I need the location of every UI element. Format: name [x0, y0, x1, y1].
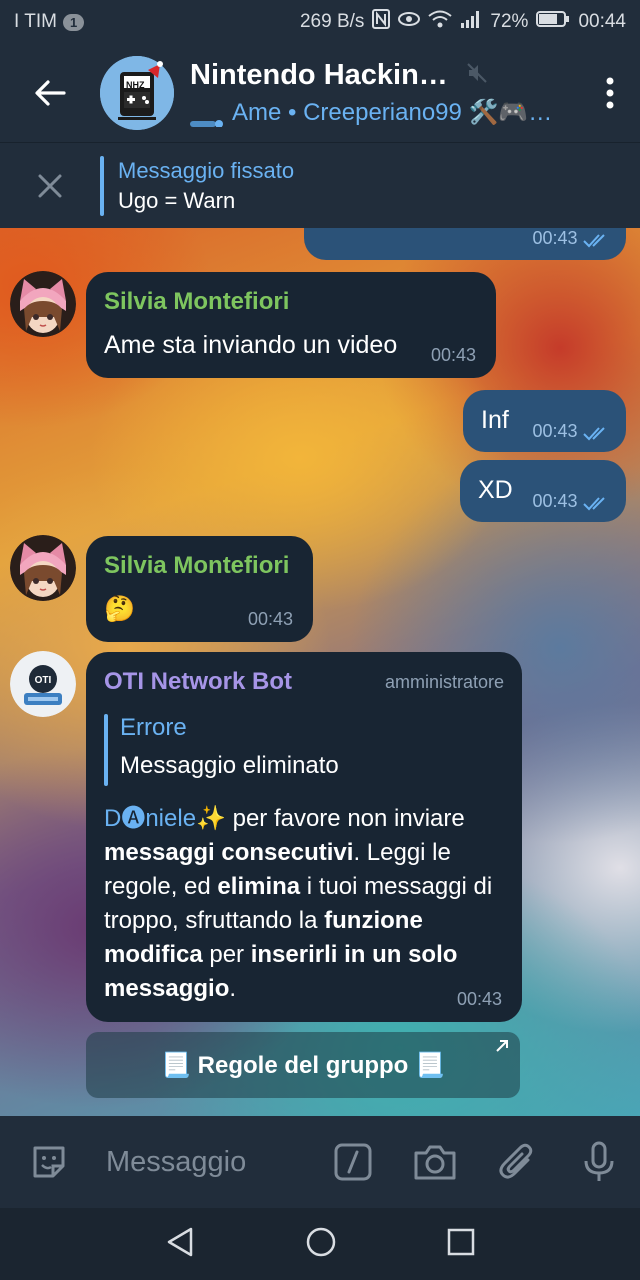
pinned-close-button[interactable]: [0, 173, 100, 199]
message-emoji: 🤔: [104, 595, 136, 623]
battery-icon: [536, 10, 570, 34]
typing-indicator-icon: [190, 108, 224, 127]
admin-role-label: amministratore: [384, 672, 504, 692]
chat-title[interactable]: Nintendo Hackin…: [190, 59, 448, 92]
message-time: 00:43: [532, 421, 578, 441]
signal-icon: [460, 10, 482, 34]
message-bubble-incoming[interactable]: Silvia Montefiori 🤔 00:43: [86, 536, 313, 642]
message-text: XD: [478, 476, 513, 504]
back-arrow-icon: [35, 80, 66, 106]
message-time: 00:43: [430, 345, 476, 365]
nfc-icon: [372, 9, 391, 35]
sticker-icon: [33, 1146, 65, 1178]
reply-quote[interactable]: Errore Messaggio eliminato: [104, 714, 484, 786]
body-part: per favore non inviare: [225, 805, 465, 832]
body-part: .: [229, 975, 237, 1002]
message-time: 00:43: [532, 491, 578, 511]
quote-title: Errore: [120, 714, 187, 741]
triangle-back-icon: [167, 1227, 193, 1256]
double-check-icon: [583, 497, 605, 511]
group-avatar-label: NHZ: [126, 80, 145, 90]
double-check-icon: [583, 427, 605, 441]
body-bold: messaggi consecutivi: [104, 839, 354, 866]
chat-messages-area[interactable]: 00:43 Silvia Montefiori Ame sta inviando…: [0, 228, 640, 1116]
eye-icon: [398, 11, 421, 33]
pinned-accent-bar: [100, 155, 104, 216]
nav-home-button[interactable]: [305, 1226, 337, 1263]
message-time: 00:43: [247, 609, 293, 629]
sender-name[interactable]: OTI Network Bot: [104, 668, 292, 696]
paperclip-icon: [499, 1143, 533, 1179]
square-recents-icon: [447, 1228, 475, 1255]
bot-message-text: D🅐niele✨ per favore non inviare messaggi…: [104, 802, 509, 1006]
microphone-icon: [584, 1141, 614, 1181]
battery-percent: 72%: [490, 11, 529, 32]
chat-subtitle: Ame • Creeperiano99 🛠️🎮…: [232, 99, 553, 126]
more-options-button[interactable]: [580, 44, 640, 142]
quote-text: Messaggio eliminato: [120, 752, 339, 779]
system-nav-bar: [0, 1208, 640, 1280]
message-input-bar: Messaggio: [0, 1116, 640, 1208]
camera-button[interactable]: [394, 1116, 476, 1208]
user-mention-link[interactable]: D🅐niele✨: [104, 805, 226, 832]
wifi-icon: [428, 10, 453, 34]
sender-name[interactable]: Silvia Montefiori: [104, 552, 289, 580]
message-text: Ame sta inviando un video: [104, 331, 398, 359]
double-check-icon: [583, 234, 605, 248]
commands-button[interactable]: [312, 1116, 394, 1208]
avatar[interactable]: [10, 535, 76, 601]
sender-name[interactable]: Silvia Montefiori: [104, 288, 289, 316]
camera-icon: [414, 1145, 456, 1180]
status-bar: I TIM 1 269 B/s 72% 00:44: [0, 0, 640, 44]
back-button[interactable]: [0, 44, 100, 142]
chat-header: NHZ Nintendo Hackin… Ame • Creeperiano99…: [0, 44, 640, 142]
avatar[interactable]: OTI: [10, 651, 76, 717]
body-part: per: [202, 941, 251, 968]
message-bubble-incoming[interactable]: OTI Network Bot amministratore Errore Me…: [86, 652, 522, 1022]
message-time: 00:43: [532, 228, 578, 248]
pinned-message-bar[interactable]: Messaggio fissato Ugo = Warn: [0, 142, 640, 228]
clock: 00:44: [578, 11, 626, 32]
close-icon: [38, 174, 62, 197]
net-speed: 269 B/s: [299, 11, 365, 32]
rules-button-label: 📃 Regole del gruppo 📃: [161, 1051, 445, 1079]
message-bubble-outgoing[interactable]: 00:43: [304, 228, 626, 260]
message-bubble-outgoing[interactable]: XD 00:43: [460, 460, 626, 522]
voice-record-button[interactable]: [558, 1116, 640, 1208]
circle-home-icon: [306, 1227, 336, 1256]
external-link-icon: [496, 1040, 508, 1052]
pinned-text: Ugo = Warn: [118, 187, 236, 213]
kebab-menu-icon: [606, 77, 614, 109]
slash-command-icon: [334, 1143, 372, 1181]
avatar[interactable]: [10, 271, 76, 337]
muted-icon: [466, 59, 488, 92]
message-bubble-outgoing[interactable]: Inf 00:43: [463, 390, 626, 452]
rules-inline-button[interactable]: 📃 Regole del gruppo 📃: [86, 1032, 520, 1098]
nav-recents-button[interactable]: [447, 1228, 475, 1261]
message-time: 00:43: [456, 989, 502, 1009]
notification-count-badge: 1: [62, 13, 85, 31]
body-bold: elimina: [217, 873, 301, 900]
sticker-button[interactable]: [0, 1116, 98, 1208]
carrier-label: I TIM: [14, 11, 57, 32]
pinned-title: Messaggio fissato: [118, 157, 295, 183]
group-avatar[interactable]: NHZ: [100, 56, 174, 130]
svg-text:OTI: OTI: [35, 675, 52, 686]
message-text: Inf: [481, 406, 509, 434]
nav-back-button[interactable]: [165, 1226, 195, 1263]
message-bubble-incoming[interactable]: Silvia Montefiori Ame sta inviando un vi…: [86, 272, 496, 378]
attach-button[interactable]: [476, 1116, 558, 1208]
message-input[interactable]: Messaggio: [106, 1146, 312, 1179]
